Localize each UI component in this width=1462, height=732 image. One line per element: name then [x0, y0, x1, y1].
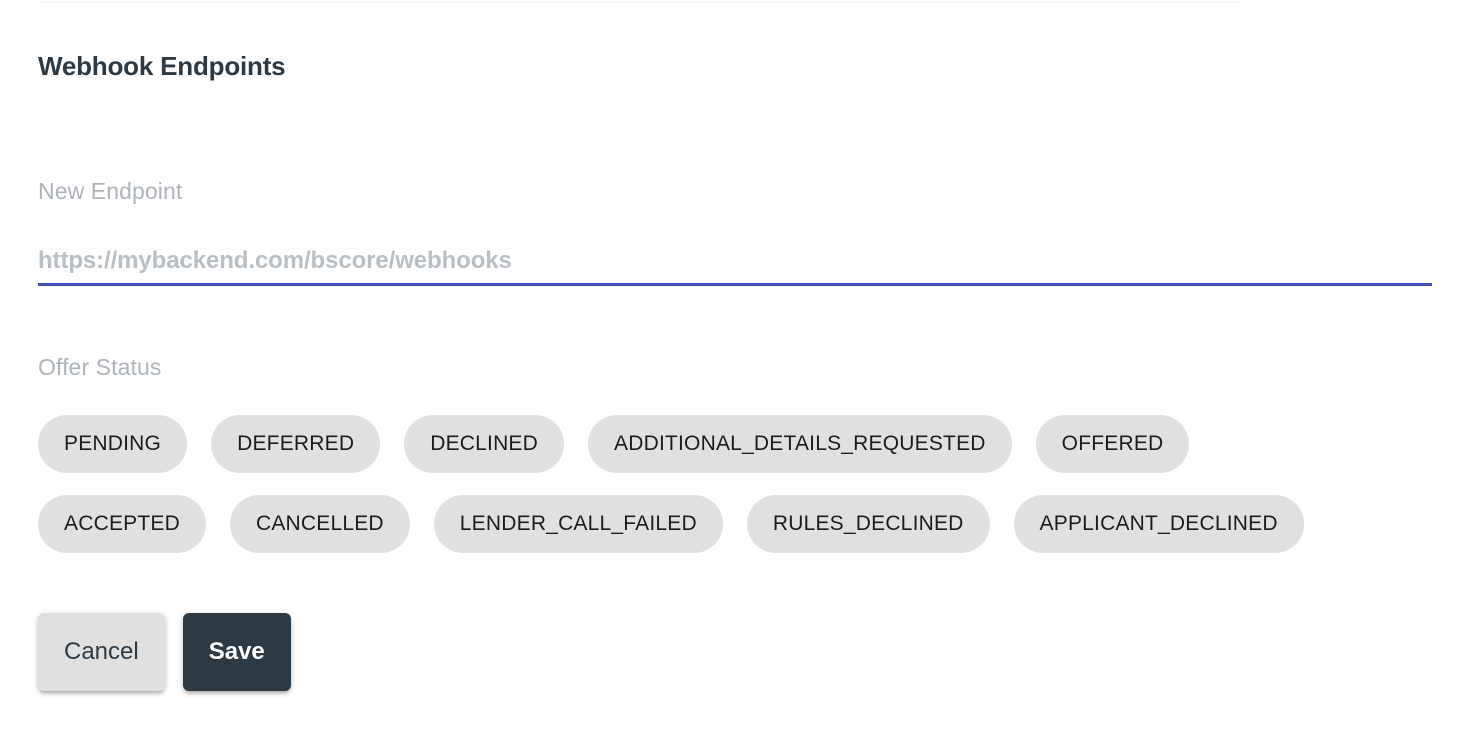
new-endpoint-label: New Endpoint	[38, 178, 183, 204]
offer-status-chip[interactable]: OFFERED	[1035, 415, 1190, 473]
offer-status-group: Offer Status PENDING DEFERRED DECLINED A…	[38, 352, 1432, 553]
new-endpoint-input[interactable]	[38, 244, 1432, 278]
offer-status-chip[interactable]: RULES_DECLINED	[746, 495, 990, 553]
form-actions: Cancel Save	[38, 613, 291, 691]
new-endpoint-field-group: New Endpoint	[38, 176, 1432, 286]
offer-status-chip[interactable]: CANCELLED	[229, 495, 410, 553]
save-button[interactable]: Save	[182, 613, 291, 691]
offer-status-chip[interactable]: ACCEPTED	[38, 495, 206, 553]
new-endpoint-input-wrap	[38, 244, 1432, 286]
offer-status-chip[interactable]: DECLINED	[404, 415, 565, 473]
offer-status-chip-row: PENDING DEFERRED DECLINED ADDITIONAL_DET…	[38, 415, 1432, 473]
offer-status-chip[interactable]: ADDITIONAL_DETAILS_REQUESTED	[588, 415, 1012, 473]
webhook-endpoints-panel: Webhook Endpoints New Endpoint Offer Sta…	[0, 0, 1462, 732]
offer-status-chip[interactable]: LENDER_CALL_FAILED	[433, 495, 723, 553]
offer-status-chip[interactable]: APPLICANT_DECLINED	[1013, 495, 1304, 553]
panel-top-divider	[38, 2, 1240, 3]
new-endpoint-underline	[38, 283, 1432, 286]
page-title: Webhook Endpoints	[38, 51, 286, 82]
cancel-button[interactable]: Cancel	[38, 613, 165, 691]
offer-status-chip[interactable]: PENDING	[38, 415, 188, 473]
offer-status-chip-row: ACCEPTED CANCELLED LENDER_CALL_FAILED RU…	[38, 495, 1432, 553]
offer-status-chip-list: PENDING DEFERRED DECLINED ADDITIONAL_DET…	[38, 415, 1432, 553]
offer-status-label: Offer Status	[38, 354, 162, 380]
offer-status-chip[interactable]: DEFERRED	[211, 415, 381, 473]
